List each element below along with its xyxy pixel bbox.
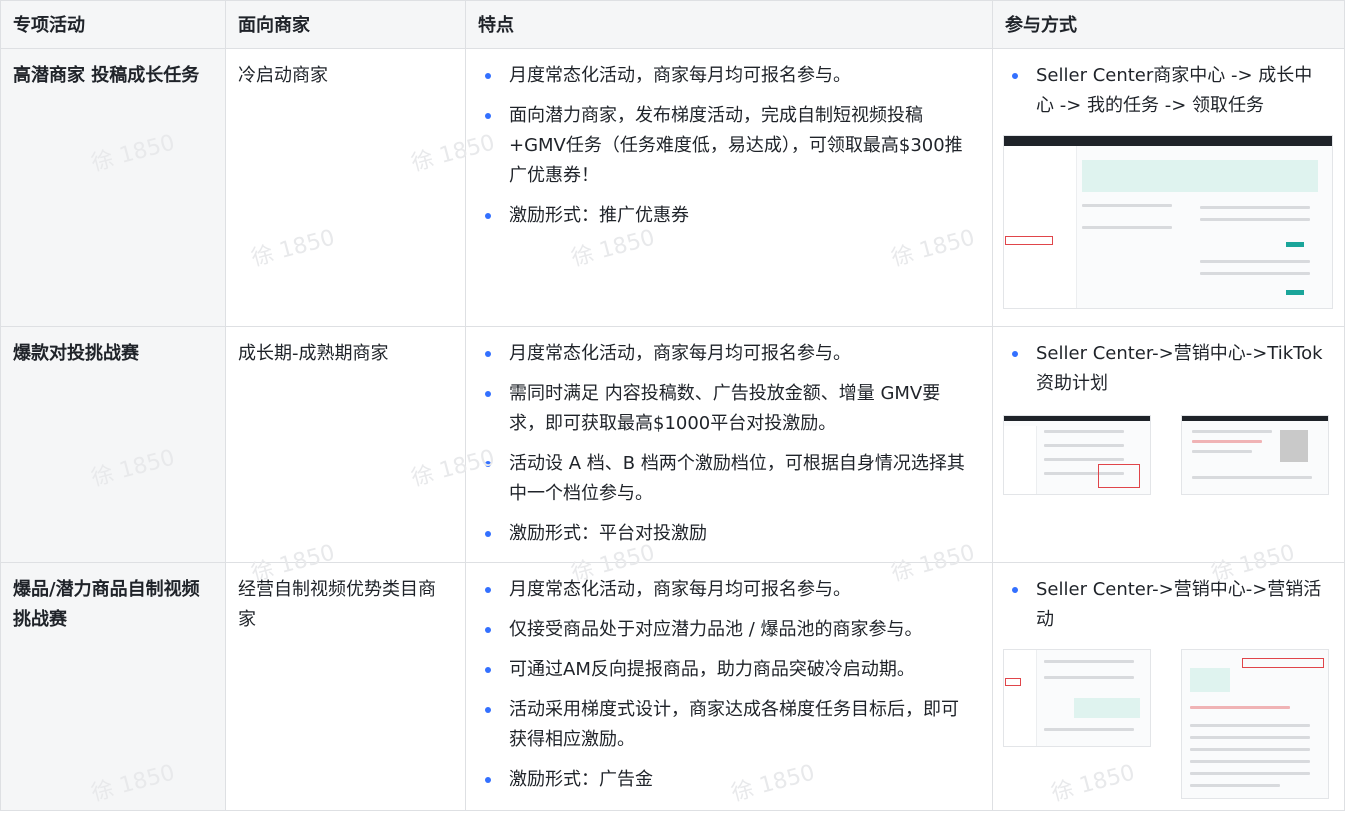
- method-item: Seller Center商家中心 -> 成长中心 -> 我的任务 -> 领取任…: [1009, 61, 1328, 121]
- header-merchant: 面向商家: [225, 0, 466, 49]
- funding-plan-screenshot[interactable]: [1181, 415, 1329, 495]
- activity-cell: 爆款对投挑战赛: [0, 326, 226, 563]
- activity-cell: 爆品/潜力商品自制视频挑战赛: [0, 562, 226, 811]
- seller-center-screenshot[interactable]: [1003, 135, 1333, 309]
- method-cell: Seller Center->营销中心->营销活动: [992, 562, 1345, 811]
- feature-item: 仅接受商品处于对应潜力品池 / 爆品池的商家参与。: [482, 615, 976, 645]
- campaign-detail-screenshot[interactable]: [1181, 649, 1329, 799]
- feature-item: 活动设 A 档、B 档两个激励档位，可根据自身情况选择其中一个档位参与。: [482, 449, 976, 509]
- features-cell: 月度常态化活动，商家每月均可报名参与。 仅接受商品处于对应潜力品池 / 爆品池的…: [465, 562, 993, 811]
- activity-table: 专项活动 面向商家 特点 参与方式 高潜商家 投稿成长任务 冷启动商家 月度常态…: [0, 0, 1345, 811]
- feature-item: 活动采用梯度式设计，商家达成各梯度任务目标后，即可获得相应激励。: [482, 695, 976, 755]
- activity-cell: 高潜商家 投稿成长任务: [0, 48, 226, 327]
- method-cell: Seller Center->营销中心->TikTok资助计划: [992, 326, 1345, 563]
- feature-item: 激励形式：广告金: [482, 765, 976, 795]
- merchant-cell: 经营自制视频优势类目商家: [225, 562, 466, 811]
- marketing-activity-screenshot[interactable]: [1003, 649, 1151, 747]
- method-cell: Seller Center商家中心 -> 成长中心 -> 我的任务 -> 领取任…: [992, 48, 1345, 327]
- feature-item: 月度常态化活动，商家每月均可报名参与。: [482, 339, 976, 369]
- merchant-cell: 冷启动商家: [225, 48, 466, 327]
- table-row: 爆品/潜力商品自制视频挑战赛 经营自制视频优势类目商家 月度常态化活动，商家每月…: [0, 562, 1345, 811]
- merchant-cell: 成长期-成熟期商家: [225, 326, 466, 563]
- header-method: 参与方式: [992, 0, 1345, 49]
- features-cell: 月度常态化活动，商家每月均可报名参与。 需同时满足 内容投稿数、广告投放金额、增…: [465, 326, 993, 563]
- table-row: 高潜商家 投稿成长任务 冷启动商家 月度常态化活动，商家每月均可报名参与。 面向…: [0, 48, 1345, 327]
- feature-item: 面向潜力商家，发布梯度活动，完成自制短视频投稿+GMV任务（任务难度低，易达成）…: [482, 101, 976, 191]
- features-cell: 月度常态化活动，商家每月均可报名参与。 面向潜力商家，发布梯度活动，完成自制短视…: [465, 48, 993, 327]
- method-item: Seller Center->营销中心->营销活动: [1009, 575, 1328, 635]
- feature-item: 月度常态化活动，商家每月均可报名参与。: [482, 61, 976, 91]
- feature-item: 激励形式：平台对投激励: [482, 519, 976, 549]
- method-item: Seller Center->营销中心->TikTok资助计划: [1009, 339, 1328, 399]
- feature-item: 激励形式：推广优惠券: [482, 201, 976, 231]
- table-row: 爆款对投挑战赛 成长期-成熟期商家 月度常态化活动，商家每月均可报名参与。 需同…: [0, 326, 1345, 563]
- header-activity: 专项活动: [0, 0, 226, 49]
- marketing-center-screenshot[interactable]: [1003, 415, 1151, 495]
- feature-item: 可通过AM反向提报商品，助力商品突破冷启动期。: [482, 655, 976, 685]
- table-header-row: 专项活动 面向商家 特点 参与方式: [0, 0, 1345, 49]
- feature-item: 月度常态化活动，商家每月均可报名参与。: [482, 575, 976, 605]
- feature-item: 需同时满足 内容投稿数、广告投放金额、增量 GMV要求，即可获取最高$1000平…: [482, 379, 976, 439]
- header-features: 特点: [465, 0, 993, 49]
